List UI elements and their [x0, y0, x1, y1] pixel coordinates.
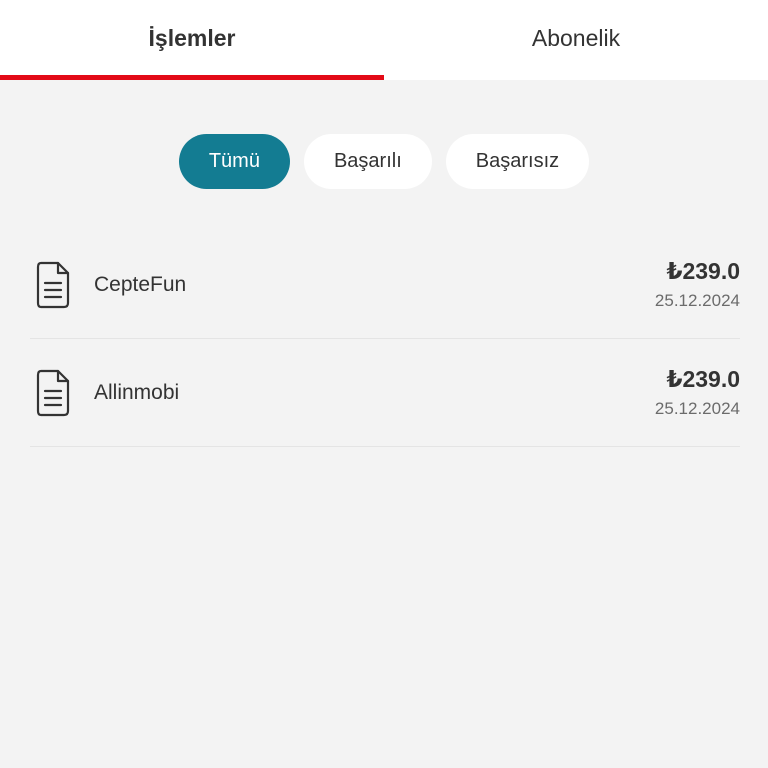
- transaction-name: Allinmobi: [94, 380, 180, 404]
- transaction-list: CepteFun ₺239.0 25.12.2024 Allinmobi ₺23…: [30, 231, 740, 447]
- document-icon: [30, 261, 80, 309]
- filter-all-chip[interactable]: Tümü: [178, 134, 290, 189]
- filter-chips: Tümü Başarılı Başarısız: [0, 134, 768, 189]
- tab-label: Abonelik: [531, 24, 621, 51]
- tab-islemler[interactable]: İşlemler: [0, 0, 384, 80]
- transaction-date: 25.12.2024: [654, 399, 740, 418]
- transaction-amount: ₺239.0: [666, 366, 740, 392]
- tab-label: İşlemler: [148, 24, 236, 51]
- transaction-name: CepteFun: [94, 272, 187, 296]
- filter-failed-chip[interactable]: Başarısız: [445, 134, 590, 189]
- transaction-meta: ₺239.0 25.12.2024: [655, 366, 740, 419]
- top-tabs: İşlemler Abonelik: [0, 0, 768, 80]
- transaction-meta: ₺239.0 25.12.2024: [655, 258, 740, 311]
- transaction-date: 25.12.2024: [654, 291, 740, 310]
- document-icon: [30, 369, 80, 417]
- transaction-row[interactable]: Allinmobi ₺239.0 25.12.2024: [30, 339, 740, 447]
- transaction-amount: ₺239.0: [666, 258, 740, 284]
- tab-abonelik[interactable]: Abonelik: [384, 0, 768, 80]
- transaction-row[interactable]: CepteFun ₺239.0 25.12.2024: [30, 231, 740, 339]
- filter-successful-chip[interactable]: Başarılı: [303, 134, 432, 189]
